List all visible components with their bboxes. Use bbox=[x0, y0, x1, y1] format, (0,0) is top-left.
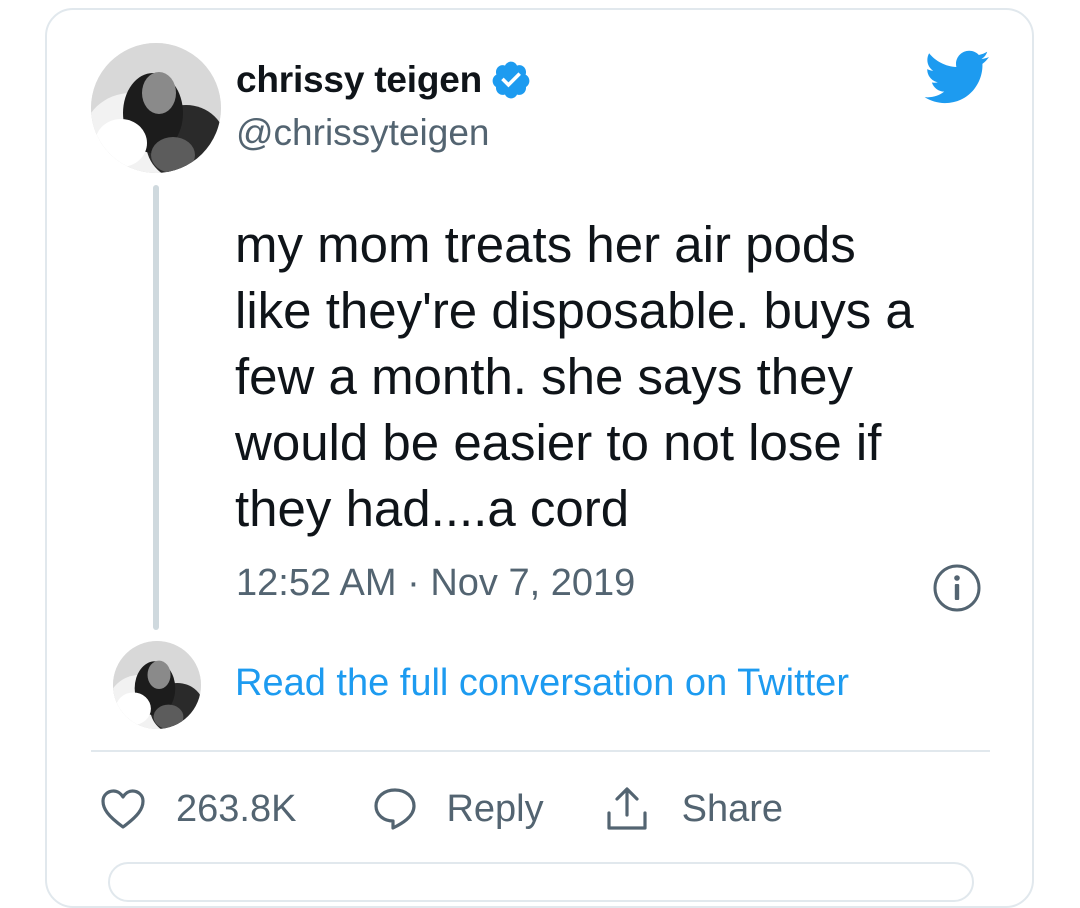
read-full-conversation-link[interactable]: Read the full conversation on Twitter bbox=[235, 662, 849, 705]
twitter-bird-icon[interactable] bbox=[922, 48, 990, 106]
avatar-photo bbox=[113, 641, 201, 729]
bottom-button-edge[interactable] bbox=[108, 862, 974, 902]
tweet-text-line: few a month. she says they bbox=[235, 348, 853, 405]
author-name-row[interactable]: chrissy teigen bbox=[236, 58, 532, 102]
share-button[interactable]: Share bbox=[604, 785, 783, 833]
reply-button[interactable]: Reply bbox=[372, 786, 544, 832]
reader-avatar[interactable] bbox=[113, 641, 201, 729]
like-count: 263.8K bbox=[176, 787, 297, 830]
tweet-text-line: like they're disposable. buys a bbox=[235, 282, 914, 339]
reply-label: Reply bbox=[446, 787, 544, 830]
verified-badge-icon bbox=[490, 59, 532, 101]
author-avatar[interactable] bbox=[91, 43, 221, 173]
tweet-text-line: would be easier to not lose if bbox=[235, 414, 882, 471]
thread-line bbox=[153, 185, 159, 630]
info-icon[interactable] bbox=[932, 563, 982, 613]
like-button[interactable]: 263.8K bbox=[100, 788, 296, 831]
avatar-photo bbox=[91, 43, 221, 173]
share-upload-icon bbox=[604, 785, 650, 833]
tweet-text-line: my mom treats her air pods bbox=[235, 216, 856, 273]
tweet-timestamp[interactable]: 12:52 AM · Nov 7, 2019 bbox=[236, 562, 635, 605]
tweet-text: my mom treats her air pods like they're … bbox=[235, 212, 995, 542]
tweet-text-line: they had....a cord bbox=[235, 480, 630, 537]
speech-bubble-icon bbox=[372, 786, 418, 832]
tweet-actions: 263.8K Reply Share bbox=[100, 783, 783, 835]
divider bbox=[91, 750, 990, 752]
author-display-name[interactable]: chrissy teigen bbox=[236, 59, 482, 101]
share-label: Share bbox=[681, 787, 784, 830]
heart-icon bbox=[100, 788, 146, 830]
author-handle[interactable]: @chrissyteigen bbox=[236, 112, 490, 154]
